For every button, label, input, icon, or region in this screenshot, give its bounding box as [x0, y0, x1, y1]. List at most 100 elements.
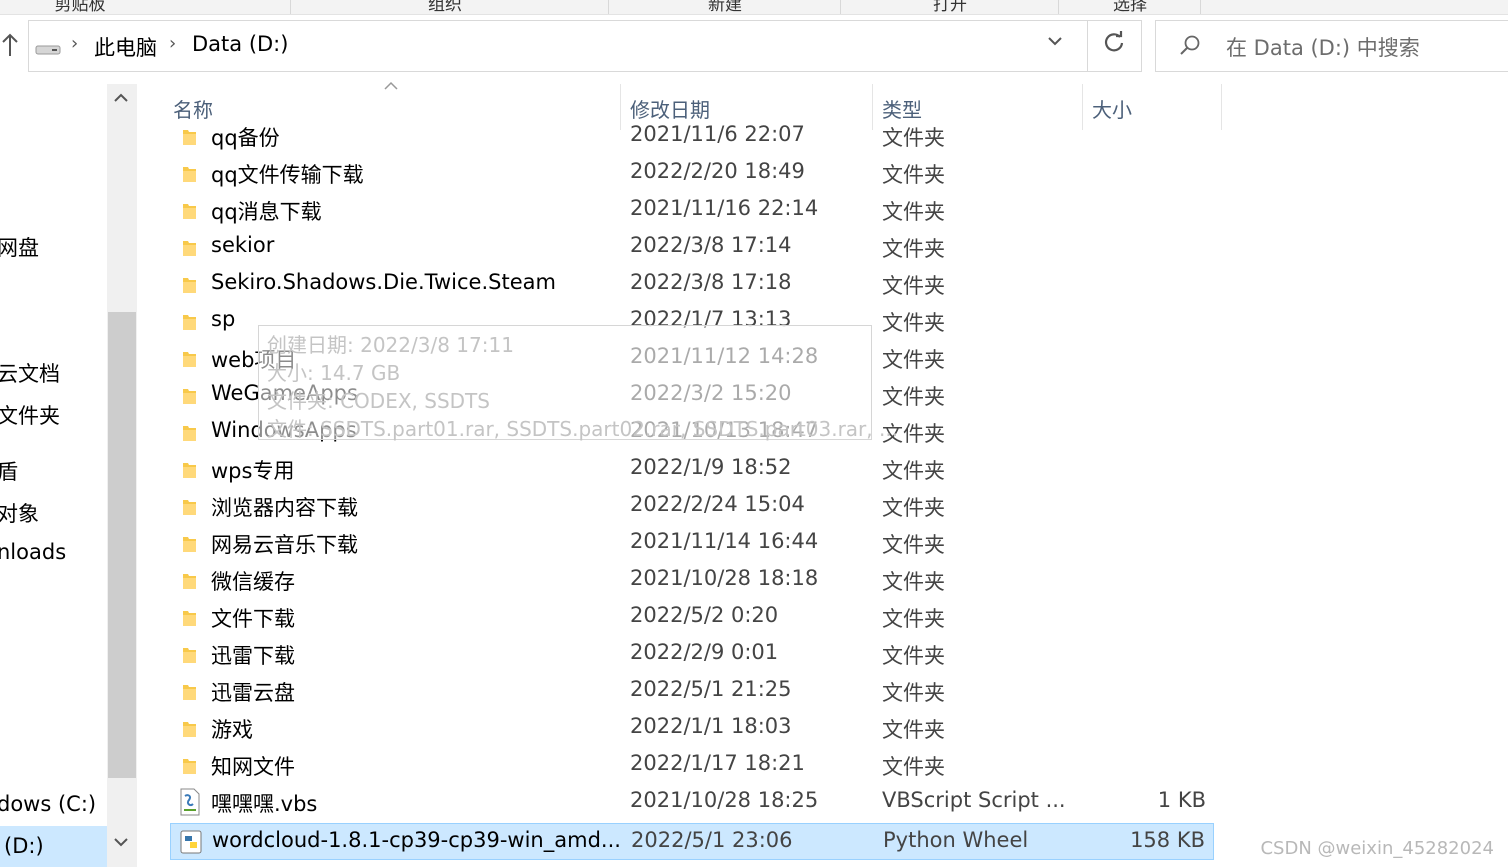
file-type: 文件夹 [882, 570, 945, 594]
file-row[interactable]: wps专用 2022/1/9 18:52 文件夹 [170, 451, 1214, 488]
file-date: 2022/2/24 15:04 [630, 492, 805, 516]
column-divider[interactable] [1221, 84, 1222, 130]
address-bar[interactable]: › 此电脑 › Data (D:) [28, 20, 1142, 72]
watermark: CSDN @weixin_45282024 [1260, 838, 1494, 859]
file-date: 2022/2/9 0:01 [630, 640, 779, 664]
file-date: 2021/10/28 18:18 [630, 566, 819, 590]
folder-icon [183, 648, 196, 663]
folder-icon [183, 130, 196, 145]
file-name: qq备份 [211, 126, 280, 150]
file-row[interactable]: 浏览器内容下载 2022/2/24 15:04 文件夹 [170, 488, 1214, 525]
folder-icon [183, 426, 196, 441]
file-name: 知网文件 [211, 755, 295, 779]
file-type: 文件夹 [882, 163, 945, 187]
file-name: wps专用 [211, 459, 295, 483]
drive-icon [35, 45, 61, 55]
folder-icon [183, 278, 196, 293]
chevron-right-icon[interactable]: › [169, 33, 176, 54]
file-size: 1 KB [1157, 788, 1206, 812]
file-row[interactable]: 文件下载 2022/5/2 0:20 文件夹 [170, 599, 1214, 636]
nav-item-3d-objects[interactable]: 对象 [0, 498, 39, 528]
file-row[interactable]: 迅雷下载 2022/2/9 0:01 文件夹 [170, 636, 1214, 673]
file-type: 文件夹 [882, 311, 945, 335]
folder-icon [183, 352, 196, 367]
folder-icon [183, 685, 196, 700]
nav-item-drive-c[interactable]: dows (C:) [0, 792, 96, 816]
file-row[interactable]: 迅雷云盘 2022/5/1 21:25 文件夹 [170, 673, 1214, 710]
ribbon-group-new[interactable]: 新建 [680, 0, 770, 14]
file-row[interactable]: qq消息下载 2021/11/16 22:14 文件夹 [170, 192, 1214, 229]
up-arrow-icon[interactable] [0, 32, 20, 62]
file-type: VBScript Script ... [882, 788, 1066, 812]
nav-item-downloads[interactable]: nloads [0, 540, 66, 564]
nav-item-cloud-docs[interactable]: 云文档 [0, 358, 60, 388]
ribbon-divider [290, 0, 291, 14]
file-name: qq消息下载 [211, 200, 322, 224]
ribbon-group-clipboard[interactable]: 剪贴板 [40, 0, 120, 14]
file-row[interactable]: Sekiro.Shadows.Die.Twice.Steam 2022/3/8 1… [170, 266, 1214, 303]
refresh-icon[interactable] [1103, 31, 1125, 59]
file-type: 文件夹 [882, 533, 945, 557]
file-type: 文件夹 [882, 200, 945, 224]
file-name: Sekiro.Shadows.Die.Twice.Steam [211, 270, 556, 294]
search-input[interactable]: 在 Data (D:) 中搜索 [1155, 20, 1508, 72]
ribbon-group-open[interactable]: 打开 [905, 0, 995, 14]
file-row[interactable]: qq文件传输下载 2022/2/20 18:49 文件夹 [170, 155, 1214, 192]
file-name: wordcloud-1.8.1-cp39-cp39-win_amd... [212, 828, 621, 852]
breadcrumb-drive-d[interactable]: Data (D:) [192, 32, 288, 56]
chevron-down-icon[interactable] [1047, 33, 1063, 54]
search-placeholder: 在 Data (D:) 中搜索 [1226, 36, 1420, 60]
file-row[interactable]: 游戏 2022/1/1 18:03 文件夹 [170, 710, 1214, 747]
folder-icon [183, 315, 196, 330]
folder-icon [183, 389, 196, 404]
folder-icon [183, 167, 196, 182]
python-wheel-icon [180, 830, 202, 854]
tooltip-folders: 文件夹: CODEX, SSDTS [267, 389, 490, 413]
file-type: 文件夹 [882, 644, 945, 668]
file-row[interactable]: sekior 2022/3/8 17:14 文件夹 [170, 229, 1214, 266]
ribbon-group-organize[interactable]: 组织 [400, 0, 490, 14]
file-type: 文件夹 [882, 496, 945, 520]
file-size: 158 KB [1130, 828, 1205, 852]
file-type: 文件夹 [882, 385, 945, 409]
file-date: 2021/11/6 22:07 [630, 122, 805, 146]
nav-item-folder[interactable]: 文件夹 [0, 400, 60, 430]
ribbon-divider [1058, 0, 1059, 14]
file-row[interactable]: 知网文件 2022/1/17 18:21 文件夹 [170, 747, 1214, 784]
folder-icon [183, 611, 196, 626]
file-row[interactable]: qq备份 2021/11/6 22:07 文件夹 [170, 118, 1214, 155]
folder-icon [183, 759, 196, 774]
file-name: 微信缓存 [211, 570, 295, 594]
tooltip-files: 文件: SSDTS.part01.rar, SSDTS.part02.rar, … [267, 417, 899, 441]
file-name: 文件下载 [211, 607, 295, 631]
file-name: 游戏 [211, 718, 253, 742]
file-row[interactable]: wordcloud-1.8.1-cp39-cp39-win_amd... 2022… [170, 823, 1214, 860]
folder-tooltip: 创建日期: 2022/3/8 17:11 大小: 14.7 GB 文件夹: CO… [258, 325, 898, 441]
file-row[interactable]: 嘿嘿嘿.vbs 2021/10/28 18:25 VBScript Script .… [170, 784, 1214, 821]
nav-item-netdisk[interactable]: 网盘 [0, 232, 39, 262]
file-name: 网易云音乐下载 [211, 533, 358, 557]
breadcrumb-this-pc[interactable]: 此电脑 [94, 32, 157, 62]
file-type: 文件夹 [882, 237, 945, 261]
file-row[interactable]: 网易云音乐下载 2021/11/14 16:44 文件夹 [170, 525, 1214, 562]
file-type: 文件夹 [882, 755, 945, 779]
nav-item-drive-d[interactable]: (D:) [4, 834, 44, 858]
scroll-down-icon[interactable] [114, 832, 128, 853]
ribbon-group-select[interactable]: 选择 [1085, 0, 1175, 14]
ribbon-divider [1200, 0, 1201, 14]
file-date: 2021/11/16 22:14 [630, 196, 819, 220]
folder-icon [183, 722, 196, 737]
ribbon-divider [608, 0, 609, 14]
nav-scrollbar-thumb[interactable] [108, 312, 136, 778]
file-date: 2022/1/1 18:03 [630, 714, 792, 738]
file-date: 2021/11/14 16:44 [630, 529, 819, 553]
file-type: 文件夹 [882, 607, 945, 631]
file-type: 文件夹 [882, 126, 945, 150]
file-row[interactable]: 微信缓存 2021/10/28 18:18 文件夹 [170, 562, 1214, 599]
file-date: 2022/1/9 18:52 [630, 455, 792, 479]
file-name: 迅雷云盘 [211, 681, 295, 705]
scroll-up-icon[interactable] [114, 88, 128, 109]
chevron-right-icon[interactable]: › [71, 33, 78, 54]
nav-item-shield[interactable]: 盾 [0, 456, 18, 486]
file-date: 2022/3/8 17:14 [630, 233, 792, 257]
